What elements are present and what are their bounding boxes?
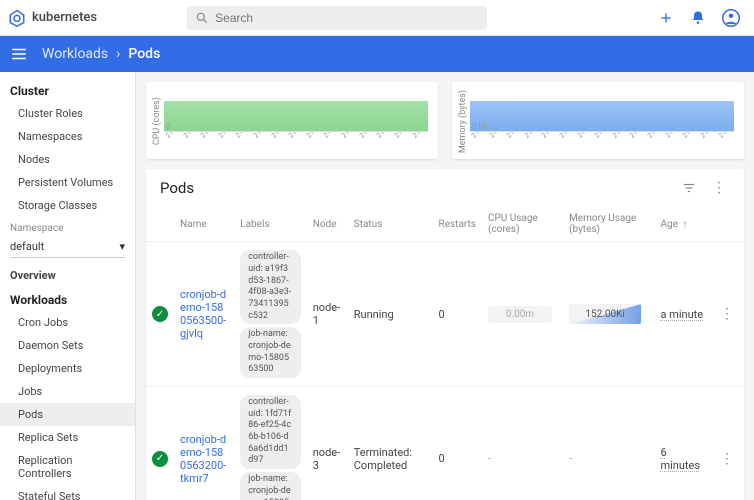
sidebar-item-jobs[interactable]: Jobs (0, 380, 135, 403)
sidebar-item-stateful-sets[interactable]: Stateful Sets (0, 485, 135, 500)
cell-cpu: - (482, 387, 563, 500)
chart-plot: 0 Mi (470, 88, 734, 132)
sidebar: Cluster Cluster RolesNamespacesNodesPers… (0, 72, 136, 500)
sidebar-group-cluster[interactable]: Cluster (0, 78, 135, 102)
pods-panel: Pods ⋮ Name Labels Node Status Restarts … (146, 169, 744, 500)
notifications-icon[interactable] (690, 9, 706, 27)
label-chip: controller-uid: a19f3d53-1867-4f08-a3e3-… (240, 250, 301, 324)
search-input[interactable] (215, 11, 479, 25)
pods-table: Name Labels Node Status Restarts CPU Usa… (146, 207, 744, 500)
col-restarts[interactable]: Restarts (433, 207, 482, 242)
account-icon[interactable] (722, 9, 740, 27)
cell-restarts: 0 (433, 242, 482, 387)
pod-name-link[interactable]: cronjob-demo-1580563500-gjvlq (180, 288, 228, 340)
col-cpu[interactable]: CPU Usage (cores) (482, 207, 563, 242)
cell-node: node-1 (307, 242, 348, 387)
status-ok-icon: ✓ (152, 306, 168, 322)
search-container[interactable] (187, 6, 487, 30)
panel-menu-icon[interactable]: ⋮ (708, 180, 730, 196)
menu-toggle-icon[interactable] (10, 45, 28, 63)
cell-restarts: 0 (433, 387, 482, 500)
table-row: ✓ cronjob-demo-1580563200-tkmr7controller… (146, 387, 744, 500)
col-age[interactable]: Age ↑ (654, 207, 710, 242)
cell-age: 6 minutes (660, 446, 700, 472)
namespace-value: default (10, 240, 44, 253)
chart-xticks: 21:1221:1321:1421:1521:1621:1721:1821:19… (164, 132, 428, 142)
chart-ymin: 0 Mi (472, 122, 487, 131)
namespace-select[interactable]: default ▾ (10, 236, 125, 258)
breadcrumb-parent[interactable]: Workloads (42, 46, 108, 62)
label-chip: controller-uid: 1fd71f86-ef25-4c6b-b106-… (240, 395, 301, 469)
cell-memory: - (563, 387, 654, 500)
cell-memory: 152.00Ki (563, 242, 654, 387)
sidebar-item-deployments[interactable]: Deployments (0, 357, 135, 380)
filter-icon[interactable] (682, 181, 696, 195)
breadcrumb-bar: Workloads › Pods (0, 36, 754, 72)
cell-status: Running (348, 242, 433, 387)
content-area: CPU (cores)021:1221:1321:1421:1521:1621:… (136, 72, 754, 500)
top-bar: kubernetes (0, 0, 754, 36)
col-node[interactable]: Node (307, 207, 348, 242)
sidebar-item-overview[interactable]: Overview (0, 264, 135, 287)
label-chips: controller-uid: a19f3d53-1867-4f08-a3e3-… (240, 250, 301, 378)
cpu-chart: CPU (cores)021:1221:1321:1421:1521:1621:… (146, 82, 438, 159)
chart-ymin: 0 (166, 122, 171, 131)
chart-ylabel: Memory (bytes) (456, 88, 470, 155)
sidebar-item-persistent-volumes[interactable]: Persistent Volumes (0, 171, 135, 194)
sidebar-item-storage-classes[interactable]: Storage Classes (0, 194, 135, 217)
col-name[interactable]: Name (174, 207, 234, 242)
cell-status: Terminated: Completed (348, 387, 433, 500)
sidebar-item-namespaces[interactable]: Namespaces (0, 125, 135, 148)
row-menu-icon[interactable]: ⋮ (716, 451, 738, 467)
col-status[interactable]: Status (348, 207, 433, 242)
label-chips: controller-uid: 1fd71f86-ef25-4c6b-b106-… (240, 395, 301, 500)
cell-age: a minute (660, 308, 703, 321)
pod-name-link[interactable]: cronjob-demo-1580563200-tkmr7 (180, 433, 228, 485)
table-row: ✓ cronjob-demo-1580563500-gjvlqcontroller… (146, 242, 744, 387)
top-actions (658, 9, 746, 27)
create-button[interactable] (658, 9, 674, 27)
sidebar-item-replica-sets[interactable]: Replica Sets (0, 426, 135, 449)
search-icon (195, 11, 209, 25)
app-name: kubernetes (32, 10, 97, 25)
chart-ylabel: CPU (cores) (150, 88, 164, 155)
chart-xticks: 21:1221:1321:1421:1521:1621:1721:1821:19… (470, 132, 734, 142)
sidebar-item-pods[interactable]: Pods (0, 403, 135, 426)
label-chip: job-name: cronjob-demo-1580563500 (240, 327, 301, 378)
cell-node: node-3 (307, 387, 348, 500)
status-ok-icon: ✓ (152, 451, 168, 467)
sidebar-item-daemon-sets[interactable]: Daemon Sets (0, 334, 135, 357)
breadcrumb-current: Pods (128, 46, 160, 62)
col-mem[interactable]: Memory Usage (bytes) (563, 207, 654, 242)
chevron-down-icon: ▾ (119, 240, 125, 253)
sidebar-group-workloads[interactable]: Workloads (0, 287, 135, 311)
sidebar-item-cron-jobs[interactable]: Cron Jobs (0, 311, 135, 334)
row-menu-icon[interactable]: ⋮ (716, 306, 738, 322)
kubernetes-icon (8, 9, 26, 27)
sort-asc-icon: ↑ (682, 219, 687, 230)
chart-plot: 0 (164, 88, 428, 132)
sidebar-item-replication-controllers[interactable]: Replication Controllers (0, 449, 135, 485)
panel-title: Pods (160, 179, 194, 197)
sidebar-item-nodes[interactable]: Nodes (0, 148, 135, 171)
memory-chart: Memory (bytes)0 Mi21:1221:1321:1421:1521… (452, 82, 744, 159)
col-labels[interactable]: Labels (234, 207, 307, 242)
label-chip: job-name: cronjob-demo-1580563200 (240, 472, 301, 500)
sidebar-item-cluster-roles[interactable]: Cluster Roles (0, 102, 135, 125)
cell-cpu: 0.00m (482, 242, 563, 387)
app-logo: kubernetes (8, 9, 97, 27)
namespace-label: Namespace (0, 217, 135, 236)
breadcrumb-separator: › (116, 46, 120, 62)
